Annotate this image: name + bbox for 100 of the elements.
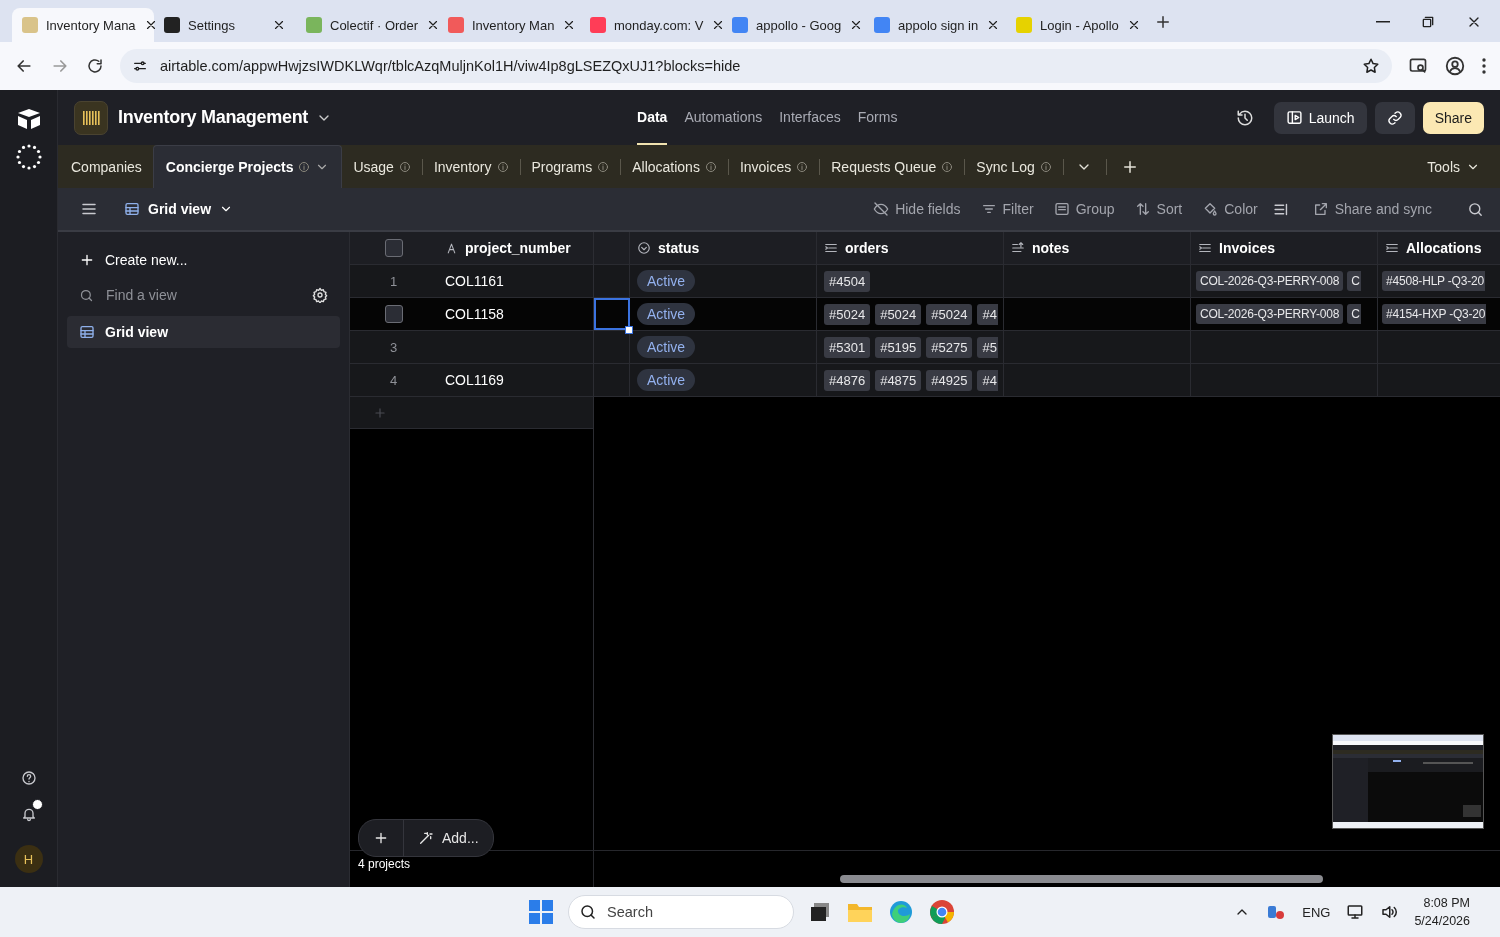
share-button[interactable]: Share [1422,101,1484,134]
column-header[interactable]: Invoices [1191,232,1378,264]
toolbar-button[interactable]: Share and sync [1307,197,1437,221]
base-name[interactable]: Inventory Management [118,107,309,128]
view-switcher[interactable]: Grid view [118,200,240,218]
browser-tab[interactable]: appollo - Goog [722,8,864,42]
clock[interactable]: 8:08 PM 5/24/2026 [1414,894,1470,930]
launch-button[interactable]: Launch [1273,101,1367,134]
column-header[interactable]: status [630,232,817,264]
table-tab[interactable]: Invoices [728,148,820,185]
info-icon [796,160,809,173]
new-tab-icon [1154,13,1172,31]
taskbar-search-field[interactable]: Search [568,895,794,929]
table-tab[interactable]: Requests Queue [820,148,965,185]
browser-tab[interactable]: Inventory Mana [12,8,154,42]
status-field-icon [637,241,651,255]
plus-icon [373,830,389,846]
browser-tab[interactable]: Colectif · Order [296,8,438,42]
network-app-icon[interactable] [1266,903,1287,921]
spinner-icon[interactable] [15,144,42,170]
toolbar-button[interactable]: Hide fields [868,197,966,221]
restore-icon [1420,14,1436,30]
view-item[interactable]: Grid view [67,316,340,348]
notification-dot [31,799,43,810]
linked-field-icon [824,241,838,255]
nav-tab[interactable]: Forms [857,90,898,145]
table-cell: COL1169 [445,372,504,388]
invoice-chip: COL-2026-Q3-PERRY-008 [1196,304,1344,324]
browser-tab[interactable]: Inventory Man [438,8,580,42]
network-icon [1346,903,1365,921]
select-all-checkbox[interactable] [384,239,403,257]
table-tab[interactable]: Allocations [621,148,728,185]
share-icon [1312,201,1329,217]
search-icon [1467,200,1484,218]
browser-tab[interactable]: Login - Apollo [1006,8,1148,42]
minimize-icon[interactable] [1376,21,1390,23]
chrome-icon[interactable] [928,898,956,926]
table-tab[interactable]: Usage [342,148,422,185]
allocation-chip: #4154-HXP -Q3-20 [1382,304,1487,324]
toolbar-button[interactable]: Sort [1129,197,1188,221]
find-view-field[interactable]: Find a view [104,286,302,304]
column-header[interactable]: notes [1004,232,1191,264]
toolbar-button[interactable]: Color [1197,197,1263,221]
table-cell: COL1158 [445,306,504,322]
order-chip: #5301 [824,336,871,358]
browser-tab[interactable]: appolo sign in [864,8,1006,42]
browser-tab[interactable]: monday.com: V [580,8,722,42]
status-pill: Active [637,270,696,292]
more-icon[interactable] [1482,58,1486,74]
task-view-icon[interactable] [808,900,832,924]
help-icon [20,770,37,786]
create-view-button[interactable]: Create new... [67,246,340,274]
reload-icon [86,57,104,75]
nav-tab[interactable]: Interfaces [779,90,841,145]
logo-icon[interactable] [15,108,42,130]
linked-field-icon [1385,241,1399,255]
address-bar[interactable]: airtable.com/appwHwjzsIWDKLWqr/tblcAzqMuljnKol1H/viw4Ip8gLSEZQxUJ1?blocks=hide [120,49,1392,83]
info-icon [597,160,610,173]
browser-tab[interactable]: Settings [154,8,296,42]
toolbar-button[interactable]: Group [1048,197,1120,221]
column-header[interactable]: Allocations [1378,232,1500,264]
language-indicator[interactable]: ENG [1302,904,1331,920]
table-tab[interactable]: Companies [60,148,153,185]
column-header[interactable]: project_number [437,232,594,264]
row-checkbox[interactable] [384,305,403,323]
text-field-icon [1011,241,1025,255]
paint-bucket-icon [1202,201,1219,217]
toolbar-button[interactable]: Filter [975,197,1039,221]
column-header[interactable]: orders [817,232,1004,264]
settings-icon [312,287,328,303]
table-tab[interactable]: Programs [520,148,621,185]
info-icon [1039,160,1052,173]
table-tab[interactable]: Concierge Projects [152,145,343,188]
order-chip: #4 [977,303,998,325]
invoice-chip: C [1347,271,1361,291]
status-pill: Active [637,369,696,391]
table-tab[interactable]: Inventory [422,148,520,185]
horizontal-scrollbar[interactable] [840,875,1323,883]
start-icon[interactable] [528,899,554,925]
order-chip: #5024 [926,303,973,325]
linked-field-icon [1198,241,1212,255]
hide-icon [873,201,890,217]
link-button[interactable] [1374,101,1415,134]
history-icon [1235,108,1254,127]
grid-icon [124,201,140,217]
table-tab[interactable]: Sync Log [965,148,1063,185]
invoice-chip: C [1347,304,1361,324]
search-icon [79,287,94,303]
user-avatar[interactable]: H [14,845,43,873]
close-icon [272,18,286,32]
tools-menu[interactable]: Tools [1421,145,1500,188]
info-icon [941,160,954,173]
order-chip: #5 [977,336,998,358]
volume-icon [1380,903,1399,921]
nav-tab[interactable]: Automations [684,90,763,145]
edge-browser-icon[interactable] [888,899,914,925]
order-chip: #4925 [926,369,973,391]
profile-icon [1444,55,1466,77]
base-icon [74,100,108,135]
add-row-icon [373,405,387,420]
